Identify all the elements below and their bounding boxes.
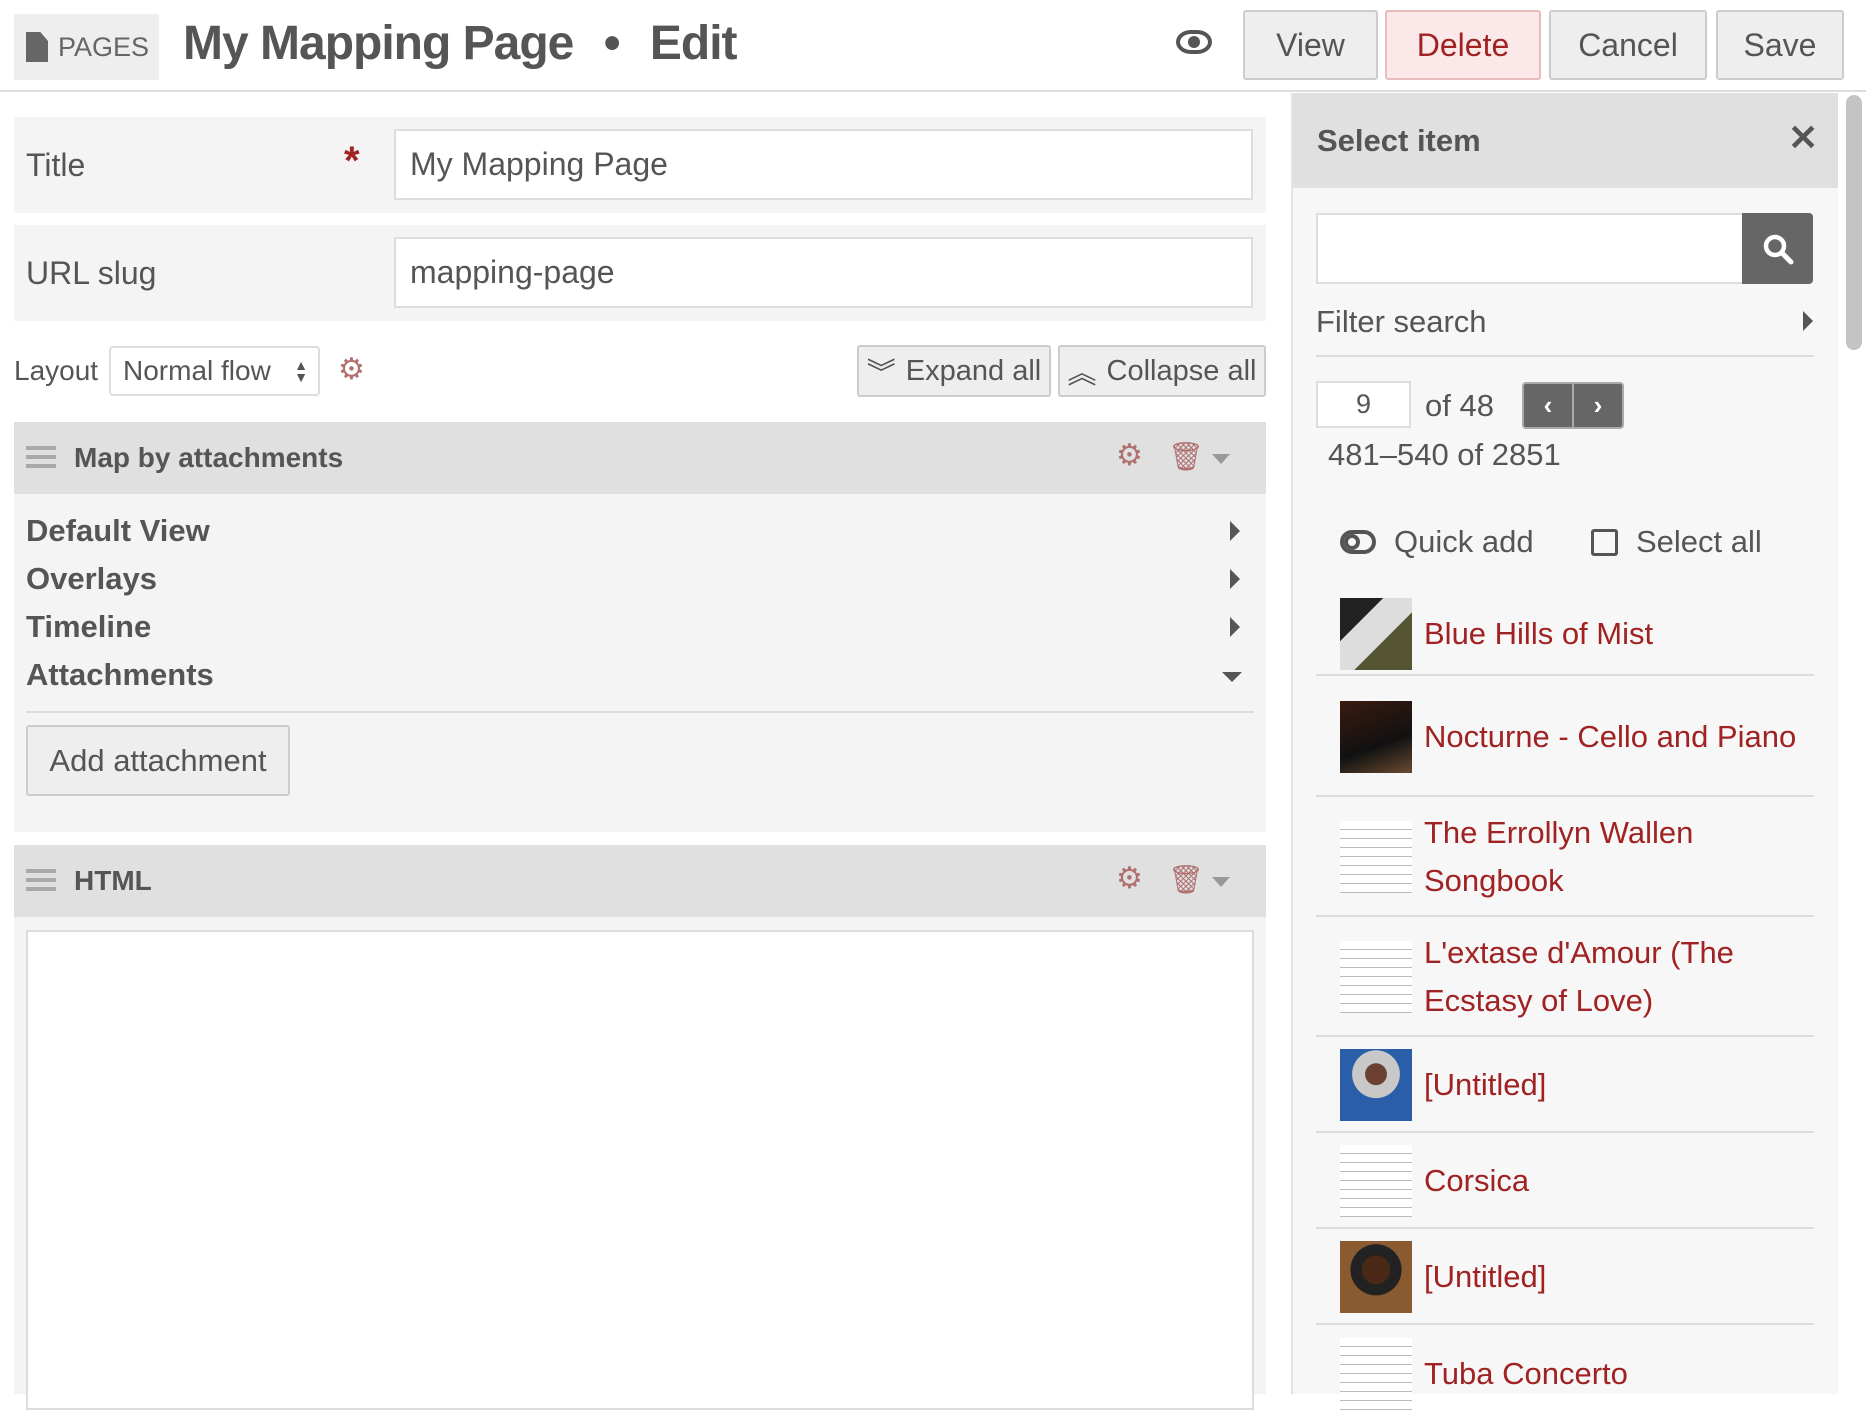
quick-add-toggle-icon[interactable] [1340,530,1376,554]
document-icon [26,32,48,62]
caret-right-icon[interactable] [1230,617,1240,637]
caret-down-icon[interactable] [1222,672,1242,682]
list-item[interactable]: The Errollyn Wallen Songbook [1316,799,1814,917]
search-button[interactable] [1742,213,1813,284]
page-count: of 48 [1425,388,1494,423]
item-thumbnail[interactable] [1340,821,1412,893]
breadcrumb-pages[interactable]: PAGES [14,14,159,80]
view-button[interactable]: View [1243,10,1378,80]
double-chevron-down-icon: ︾ [866,358,896,390]
section-attachments[interactable]: Attachments [26,657,214,693]
drag-handle-icon[interactable] [26,869,56,891]
expand-all-label: Expand all [905,354,1042,387]
item-title[interactable]: The Errollyn Wallen Songbook [1424,809,1814,905]
layout-value: Normal flow [123,355,271,386]
search-icon [1763,234,1793,264]
item-thumbnail[interactable] [1340,941,1412,1013]
item-thumbnail[interactable] [1340,1241,1412,1313]
drag-handle-icon[interactable] [26,446,56,468]
breadcrumb-label: PAGES [58,31,150,62]
title-label: Title [26,147,86,183]
double-chevron-up-icon: ︽ [1067,358,1097,390]
collapse-all-button[interactable]: ︽ Collapse all [1058,345,1266,397]
layout-settings-gear-icon[interactable]: ⚙ [338,352,365,387]
layout-select[interactable]: Normal flow ▲ ▼ [109,346,320,396]
slug-label: URL slug [26,255,157,291]
select-all-checkbox[interactable] [1591,529,1618,556]
page-title: My Mapping Page • Edit [183,16,738,71]
caret-down-icon[interactable] [1212,877,1230,887]
slug-input[interactable]: mapping-page [394,237,1253,308]
preview-eye-icon[interactable] [1176,30,1212,54]
item-thumbnail[interactable] [1340,1049,1412,1121]
item-thumbnail[interactable] [1340,1337,1412,1410]
page-mode: Edit [649,17,738,70]
trash-icon[interactable]: 🗑 [1168,440,1204,473]
list-item[interactable]: Blue Hills of Mist [1316,594,1814,676]
caret-right-icon[interactable] [1803,311,1813,331]
save-button[interactable]: Save [1716,10,1844,80]
add-attachment-button[interactable]: Add attachment [26,725,290,796]
caret-down-icon[interactable] [1212,454,1230,464]
page-number-input[interactable]: 9 [1316,381,1411,428]
list-item[interactable]: Tuba Concerto [1316,1327,1814,1420]
item-thumbnail[interactable] [1340,598,1412,670]
title-row: Title * My Mapping Page [14,117,1266,213]
title-input[interactable]: My Mapping Page [394,129,1253,200]
required-mark: * [344,139,360,183]
list-item[interactable]: Nocturne - Cello and Piano [1316,678,1814,797]
widget-settings-gear-icon[interactable]: ⚙ [1116,438,1143,473]
widget-settings-gear-icon[interactable]: ⚙ [1116,861,1143,896]
divider [26,711,1254,713]
item-thumbnail[interactable] [1340,700,1412,773]
result-range: 481–540 of 2851 [1328,437,1561,472]
title-separator: • [603,17,621,70]
pager: ‹ › [1522,382,1624,429]
list-item[interactable]: [Untitled] [1316,1039,1814,1133]
list-item[interactable]: Corsica [1316,1135,1814,1229]
divider [1316,355,1814,357]
next-page-button[interactable]: › [1574,384,1622,427]
item-title[interactable]: Blue Hills of Mist [1424,610,1653,658]
filter-search-toggle[interactable]: Filter search [1316,304,1487,340]
caret-right-icon[interactable] [1230,521,1240,541]
item-title[interactable]: [Untitled] [1424,1253,1546,1301]
prev-page-button[interactable]: ‹ [1524,384,1574,427]
html-textarea[interactable] [26,930,1254,1410]
close-icon[interactable]: ✕ [1788,117,1818,159]
item-title[interactable]: Tuba Concerto [1424,1350,1628,1398]
select-arrows-icon: ▲ ▼ [294,357,308,385]
widget-header-html[interactable]: HTML ⚙ 🗑 [14,845,1266,917]
caret-right-icon[interactable] [1230,569,1240,589]
expand-all-button[interactable]: ︾ Expand all [857,345,1051,397]
item-title[interactable]: Nocturne - Cello and Piano [1424,713,1796,761]
list-item[interactable]: L'extase d'Amour (The Ecstasy of Love) [1316,919,1814,1037]
item-title[interactable]: L'extase d'Amour (The Ecstasy of Love) [1424,929,1814,1025]
delete-button[interactable]: Delete [1385,10,1541,80]
section-timeline[interactable]: Timeline [26,609,151,645]
widget-title: Map by attachments [74,442,344,473]
panel-title: Select item [1317,123,1481,158]
collapse-all-label: Collapse all [1106,354,1257,387]
item-thumbnail[interactable] [1340,1145,1412,1217]
panel-header: Select item ✕ [1293,93,1838,188]
section-overlays[interactable]: Overlays [26,561,157,597]
widget-title: HTML [74,865,152,896]
item-title[interactable]: [Untitled] [1424,1061,1546,1109]
slug-row: URL slug mapping-page [14,225,1266,321]
item-title[interactable]: Corsica [1424,1157,1529,1205]
scrollbar-thumb[interactable] [1846,95,1862,350]
cancel-button[interactable]: Cancel [1549,10,1707,80]
trash-icon[interactable]: 🗑 [1168,863,1204,896]
widget-header-map[interactable]: Map by attachments ⚙ 🗑 [14,422,1266,494]
page-title-text: My Mapping Page [183,17,574,70]
list-item[interactable]: [Untitled] [1316,1231,1814,1325]
section-default-view[interactable]: Default View [26,513,210,549]
layout-label: Layout [14,355,99,386]
select-all-label[interactable]: Select all [1636,524,1762,560]
quick-add-label[interactable]: Quick add [1394,524,1534,560]
panel-search-input[interactable] [1316,213,1744,284]
